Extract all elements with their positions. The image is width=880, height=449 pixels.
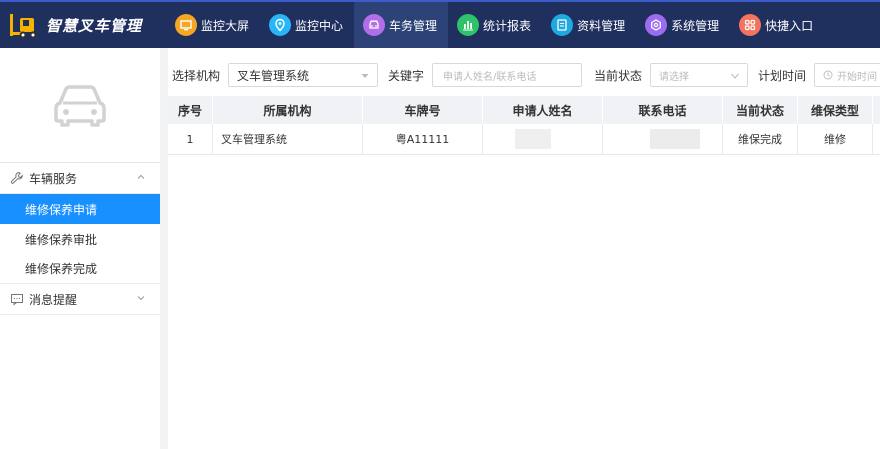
nav-item-system-management[interactable]: 系统管理 bbox=[636, 2, 730, 48]
bar-chart-icon bbox=[457, 14, 480, 36]
car-icon bbox=[363, 14, 386, 36]
sidebar-group-label: 车辆服务 bbox=[29, 171, 78, 186]
location-pin-icon bbox=[269, 14, 292, 36]
column-header-phone: 联系电话 bbox=[603, 96, 723, 124]
nav-item-label: 统计报表 bbox=[483, 18, 532, 33]
app-logo[interactable]: 智慧叉车管理 bbox=[0, 2, 166, 48]
maintenance-table: 序号 所属机构 车牌号 申请人姓名 联系电话 当前状态 维保类型 1 叉车管理系… bbox=[168, 96, 880, 155]
sidebar-group-message-reminder[interactable]: 消息提醒 bbox=[0, 284, 160, 315]
column-header-plate: 车牌号 bbox=[363, 96, 483, 124]
sidebar-item-maintenance-request[interactable]: 维修保养申请 bbox=[0, 194, 160, 224]
main-nav: 监控大屏 监控中心 车务管理 统计报表 资料管理 系统管理 快捷入口 bbox=[166, 2, 824, 48]
clock-icon bbox=[823, 70, 833, 80]
grid-icon bbox=[739, 14, 762, 36]
nav-item-vehicle-management[interactable]: 车务管理 bbox=[354, 2, 449, 48]
column-header-index: 序号 bbox=[168, 96, 213, 124]
forklift-logo-icon bbox=[8, 10, 42, 40]
chevron-up-icon bbox=[137, 174, 145, 179]
redacted-block bbox=[650, 129, 700, 149]
nav-item-label: 资料管理 bbox=[577, 18, 626, 33]
top-navigation-bar: 智慧叉车管理 监控大屏 监控中心 车务管理 统计报表 资料管理 系统管理 快捷入… bbox=[0, 0, 880, 48]
redacted-block bbox=[515, 129, 551, 149]
column-header-applicant: 申请人姓名 bbox=[483, 96, 603, 124]
status-placeholder: 请选择 bbox=[659, 71, 690, 83]
monitor-icon bbox=[175, 14, 197, 36]
cell-status: 维保完成 bbox=[723, 124, 798, 154]
nav-item-label: 监控中心 bbox=[295, 18, 344, 33]
column-header-org: 所属机构 bbox=[213, 96, 363, 124]
keyword-input[interactable]: 申请人姓名/联系电话 bbox=[432, 63, 583, 87]
org-select[interactable]: 叉车管理系统 bbox=[228, 63, 379, 87]
cell-index: 1 bbox=[168, 124, 213, 154]
gear-icon bbox=[645, 14, 668, 36]
nav-item-data-management[interactable]: 资料管理 bbox=[542, 2, 636, 48]
chevron-down-icon bbox=[137, 296, 145, 301]
caret-down-icon bbox=[361, 74, 369, 78]
sidebar: 车辆服务 维修保养申请 维修保养审批 维修保养完成 消息提醒 bbox=[0, 48, 161, 449]
cell-type: 维修 bbox=[798, 124, 873, 154]
nav-item-label: 车务管理 bbox=[389, 18, 438, 33]
cell-phone bbox=[603, 124, 723, 154]
org-select-label: 选择机构 bbox=[172, 68, 221, 83]
message-icon bbox=[11, 294, 23, 306]
chevron-down-icon bbox=[731, 73, 739, 79]
org-select-value: 叉车管理系统 bbox=[237, 68, 310, 83]
sidebar-divider bbox=[160, 48, 168, 449]
column-header-status: 当前状态 bbox=[723, 96, 798, 124]
car-icon bbox=[54, 85, 106, 127]
nav-item-quick-access[interactable]: 快捷入口 bbox=[730, 2, 824, 48]
nav-item-monitor-screen[interactable]: 监控大屏 bbox=[166, 2, 260, 48]
sidebar-item-maintenance-approval[interactable]: 维修保养审批 bbox=[0, 224, 160, 254]
wrench-icon bbox=[10, 171, 23, 184]
document-icon bbox=[551, 14, 574, 36]
status-select[interactable]: 请选择 bbox=[650, 63, 749, 87]
table-row[interactable]: 1 叉车管理系统 粤A11111 维保完成 维修 bbox=[168, 124, 880, 155]
app-title: 智慧叉车管理 bbox=[46, 16, 143, 35]
status-label: 当前状态 bbox=[594, 68, 643, 83]
cell-org: 叉车管理系统 bbox=[213, 124, 363, 154]
plan-time-label: 计划时间 bbox=[758, 68, 807, 83]
sidebar-item-maintenance-complete[interactable]: 维修保养完成 bbox=[0, 254, 160, 284]
sidebar-group-vehicle-service[interactable]: 车辆服务 bbox=[0, 163, 160, 194]
sidebar-group-label: 消息提醒 bbox=[29, 292, 78, 307]
keyword-label: 关键字 bbox=[388, 68, 425, 83]
nav-item-monitor-center[interactable]: 监控中心 bbox=[260, 2, 354, 48]
nav-item-label: 监控大屏 bbox=[201, 18, 250, 33]
nav-item-statistics[interactable]: 统计报表 bbox=[448, 2, 542, 48]
cell-applicant bbox=[483, 124, 603, 154]
nav-item-label: 系统管理 bbox=[671, 18, 720, 33]
start-time-placeholder: 开始时间 bbox=[837, 71, 878, 83]
keyword-placeholder: 申请人姓名/联系电话 bbox=[443, 71, 537, 83]
column-header-type: 维保类型 bbox=[798, 96, 873, 124]
main-content: 选择机构 叉车管理系统 关键字 申请人姓名/联系电话 当前状态 请选择 计划时间… bbox=[168, 48, 880, 449]
module-icon-area bbox=[0, 48, 160, 163]
cell-plate: 粤A11111 bbox=[363, 124, 483, 154]
nav-item-label: 快捷入口 bbox=[765, 18, 814, 33]
start-time-input[interactable]: 开始时间 bbox=[814, 63, 880, 87]
table-header: 序号 所属机构 车牌号 申请人姓名 联系电话 当前状态 维保类型 bbox=[168, 96, 880, 124]
filter-bar: 选择机构 叉车管理系统 关键字 申请人姓名/联系电话 当前状态 请选择 计划时间… bbox=[168, 62, 880, 88]
